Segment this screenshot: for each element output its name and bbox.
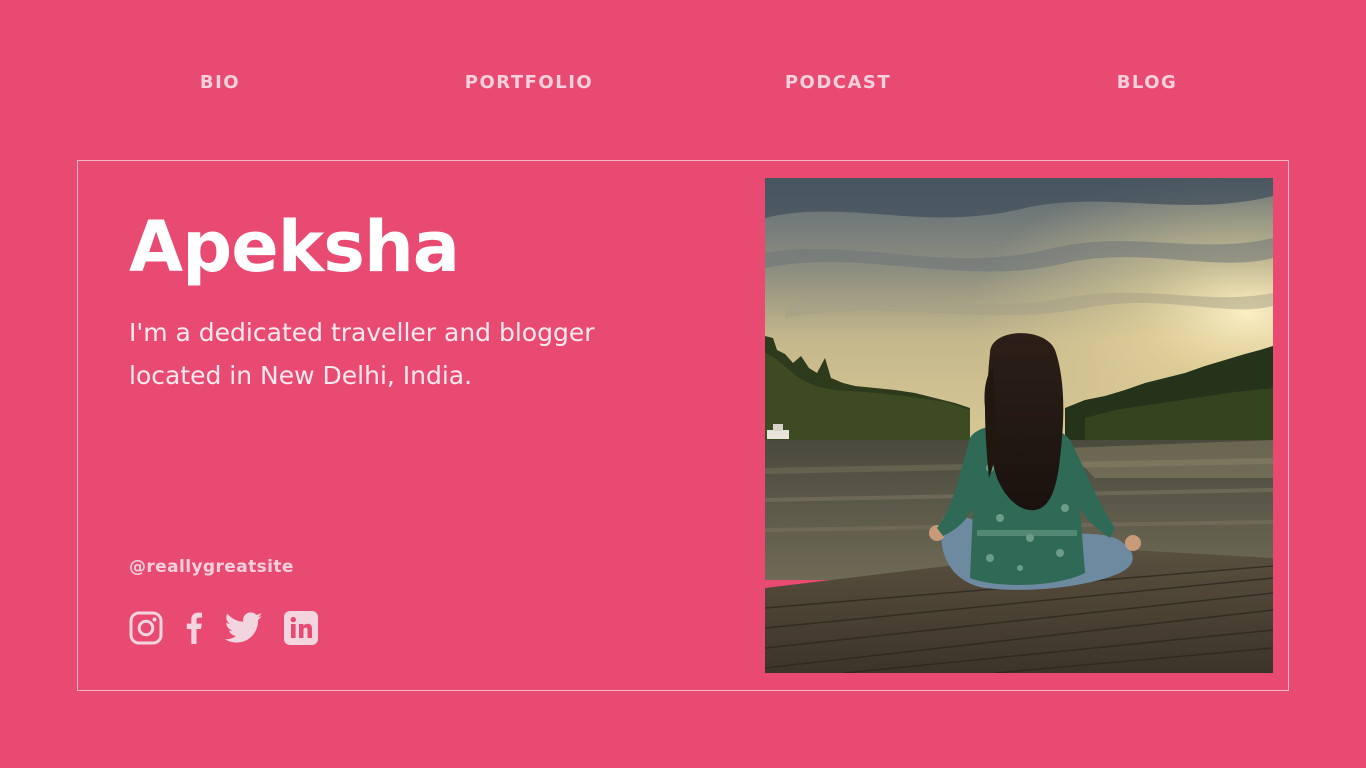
top-nav: BIO PORTFOLIO PODCAST BLOG bbox=[0, 72, 1366, 100]
facebook-icon[interactable] bbox=[185, 611, 203, 645]
tagline-line-2: located in New Delhi, India. bbox=[129, 361, 473, 390]
twitter-icon[interactable] bbox=[225, 612, 263, 644]
profile-tagline: I'm a dedicated traveller and blogger loc… bbox=[129, 311, 689, 397]
nav-podcast[interactable]: PODCAST bbox=[785, 72, 891, 93]
social-handle-link[interactable]: @reallygreatsite bbox=[129, 557, 294, 577]
tagline-line-1: I'm a dedicated traveller and blogger bbox=[129, 318, 595, 347]
nav-bio[interactable]: BIO bbox=[200, 72, 240, 93]
social-icons bbox=[129, 609, 318, 647]
linkedin-icon[interactable] bbox=[284, 611, 318, 645]
instagram-icon[interactable] bbox=[129, 611, 163, 645]
profile-card: Apeksha I'm a dedicated traveller and bl… bbox=[77, 160, 1289, 691]
nav-portfolio[interactable]: PORTFOLIO bbox=[465, 72, 593, 93]
profile-name: Apeksha bbox=[129, 206, 460, 288]
nav-blog[interactable]: BLOG bbox=[1117, 72, 1178, 93]
profile-photo bbox=[765, 178, 1273, 673]
